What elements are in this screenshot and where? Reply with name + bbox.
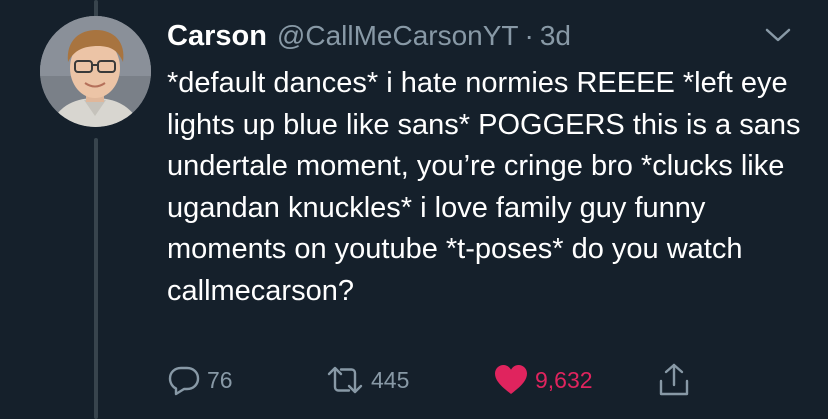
reply-icon — [168, 366, 200, 396]
tweet-header: Carson @CallMeCarsonYT · 3d — [167, 16, 571, 56]
retweet-button[interactable]: 445 — [325, 360, 409, 400]
tweet-actions: 76 445 9,632 — [167, 360, 767, 400]
reply-button[interactable]: 76 — [167, 360, 233, 400]
retweet-icon — [327, 366, 363, 394]
like-count: 9,632 — [535, 366, 593, 393]
retweet-count: 445 — [371, 366, 410, 393]
tweet[interactable]: Carson @CallMeCarsonYT · 3d *default dan… — [0, 0, 828, 419]
reply-count: 76 — [207, 366, 233, 393]
share-icon — [659, 363, 689, 396]
thread-line — [94, 138, 98, 419]
display-name[interactable]: Carson — [167, 20, 267, 53]
timestamp[interactable]: 3d — [540, 20, 571, 52]
user-handle[interactable]: @CallMeCarsonYT — [277, 20, 519, 52]
chevron-down-icon[interactable] — [762, 22, 794, 48]
avatar-image — [40, 16, 151, 127]
tweet-text: *default dances* i hate normies REEEE *l… — [167, 67, 801, 307]
separator-dot: · — [524, 20, 534, 51]
share-button[interactable] — [657, 360, 691, 400]
avatar[interactable] — [40, 16, 151, 127]
like-button[interactable]: 9,632 — [493, 360, 593, 400]
heart-icon — [495, 365, 527, 394]
